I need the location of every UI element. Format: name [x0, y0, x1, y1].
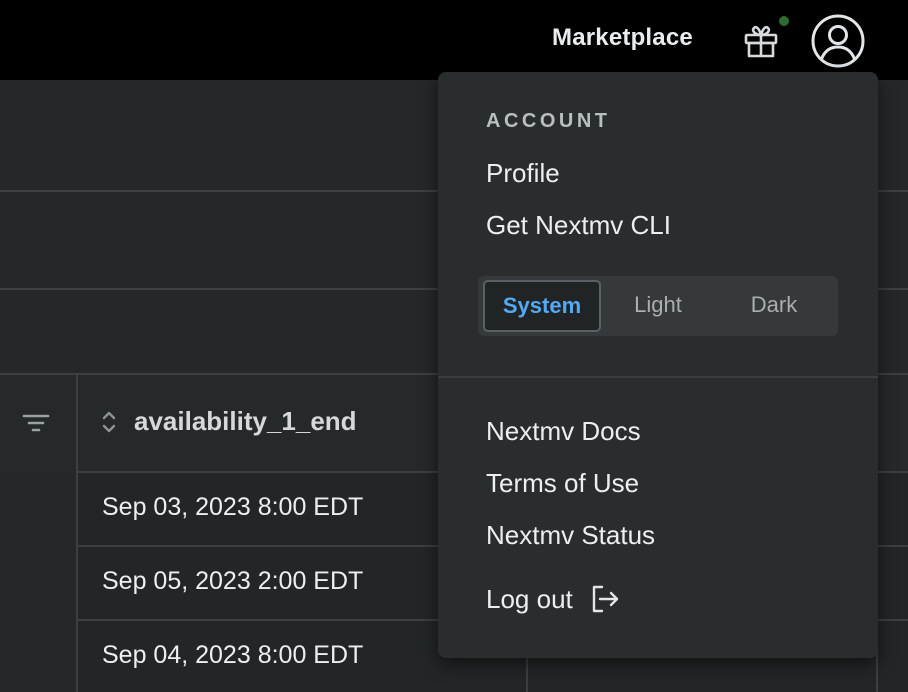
menu-item-logout[interactable]: Log out	[486, 584, 573, 615]
menu-item-docs[interactable]: Nextmv Docs	[486, 416, 641, 447]
account-dropdown-menu: ACCOUNT Profile Get Nextmv CLI System Li…	[438, 72, 878, 658]
theme-option-dark[interactable]: Dark	[715, 280, 833, 332]
table-cell: Sep 03, 2023 8:00 EDT	[102, 493, 364, 521]
user-avatar-icon[interactable]	[810, 13, 866, 69]
menu-item-status[interactable]: Nextmv Status	[486, 520, 655, 551]
marketplace-link[interactable]: Marketplace	[552, 24, 693, 52]
menu-item-terms[interactable]: Terms of Use	[486, 468, 639, 499]
theme-option-system[interactable]: System	[483, 280, 601, 332]
filter-icon[interactable]	[22, 411, 50, 435]
gift-icon[interactable]	[742, 22, 780, 60]
menu-item-get-cli[interactable]: Get Nextmv CLI	[486, 210, 671, 241]
top-navigation-bar: Marketplace	[0, 0, 908, 80]
logout-icon[interactable]	[590, 584, 620, 614]
menu-item-profile[interactable]: Profile	[486, 158, 560, 189]
column-header-title[interactable]: availability_1_end	[134, 406, 357, 437]
theme-option-light[interactable]: Light	[599, 280, 717, 332]
notification-dot	[779, 16, 789, 26]
sort-icon[interactable]	[100, 409, 118, 435]
menu-section-heading: ACCOUNT	[486, 110, 611, 132]
menu-divider	[438, 376, 878, 378]
table-cell: Sep 04, 2023 8:00 EDT	[102, 641, 364, 669]
column-divider	[76, 373, 78, 692]
app-root: Marketplace availability_1_end Sep 03, 2…	[0, 0, 908, 692]
table-cell: Sep 05, 2023 2:00 EDT	[102, 567, 364, 595]
theme-switcher: System Light Dark	[478, 276, 838, 336]
